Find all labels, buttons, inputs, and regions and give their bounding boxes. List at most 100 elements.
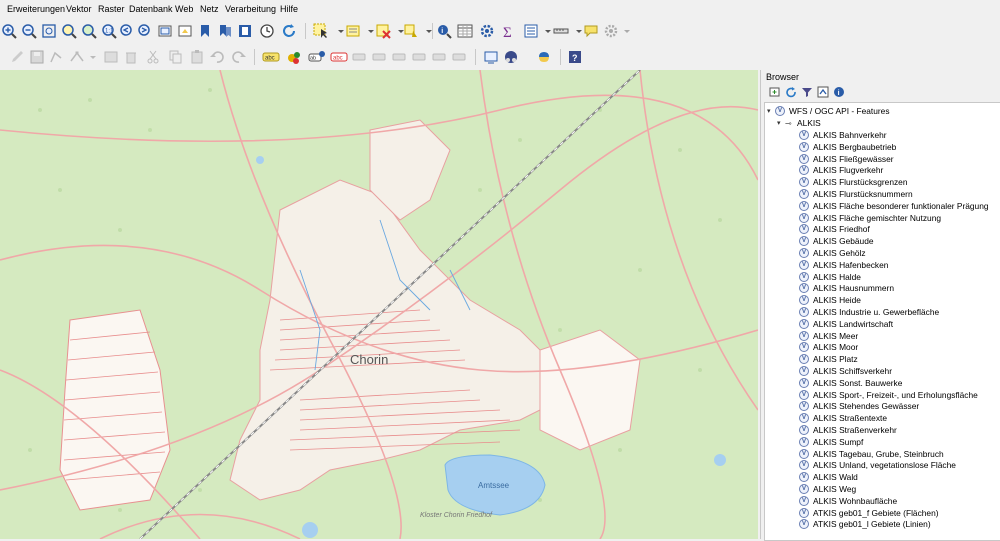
menu-web[interactable]: Web [175, 4, 193, 14]
tree-layer-item[interactable]: V ALKIS Platz [799, 353, 858, 365]
add-layer-icon[interactable] [769, 86, 781, 98]
field-calculator-icon[interactable] [522, 22, 540, 40]
tree-layer-item[interactable]: V ALKIS Sumpf [799, 436, 863, 448]
select-feature-icon[interactable] [312, 22, 330, 40]
tree-layer-item[interactable]: V ALKIS Unland, vegetationslose Fläche [799, 459, 956, 471]
collapse-all-icon[interactable] [817, 86, 829, 98]
label-pin-diagram-icon[interactable] [410, 48, 428, 66]
menu-raster[interactable]: Raster [98, 4, 125, 14]
statistics-icon[interactable]: Σ [500, 22, 518, 40]
expand-arrow-icon[interactable]: ▾ [777, 119, 785, 127]
tree-layer-item[interactable]: V ALKIS Wohnbaufläche [799, 495, 897, 507]
zoom-selection-icon[interactable] [60, 22, 78, 40]
zoom-next-icon[interactable] [136, 22, 154, 40]
zoom-out-icon[interactable] [20, 22, 38, 40]
tree-layer-item[interactable]: V ALKIS Fließgewässer [799, 153, 894, 165]
tree-layer-item[interactable]: V ALKIS Bahnverkehr [799, 129, 887, 141]
tree-layer-item[interactable]: V ALKIS Schiffsverkehr [799, 365, 892, 377]
plugin-icon[interactable] [502, 48, 520, 66]
refresh-icon[interactable] [280, 22, 298, 40]
tree-layer-item[interactable]: V ALKIS Heide [799, 294, 861, 306]
label-show-icon[interactable]: abc [330, 48, 348, 66]
tree-group-alkis[interactable]: ▾ ⊸ ALKIS [777, 117, 821, 129]
label-icon[interactable]: abc [262, 48, 280, 66]
zoom-in-icon[interactable] [0, 22, 18, 40]
tree-layer-item[interactable]: V ALKIS Stehendes Gewässer [799, 400, 919, 412]
new-3d-view-icon[interactable] [176, 22, 194, 40]
tree-layer-item[interactable]: V ALKIS Flurstücksgrenzen [799, 176, 908, 188]
map-canvas[interactable]: Chorin Amtssee Kloster Chorin Friedhof [0, 70, 758, 539]
deselect-icon[interactable] [374, 22, 392, 40]
menu-vektor[interactable]: Vektor [66, 4, 92, 14]
tree-root-wfs[interactable]: ▾ V WFS / OGC API - Features [767, 105, 890, 117]
select-location-icon[interactable] [402, 22, 420, 40]
tree-layer-item[interactable]: V ALKIS Straßenverkehr [799, 424, 897, 436]
info-icon[interactable]: i [833, 86, 845, 98]
filter-icon[interactable] [801, 86, 813, 98]
select-value-icon[interactable] [344, 22, 362, 40]
tree-layer-item[interactable]: V ALKIS Moor [799, 341, 858, 353]
tree-layer-item[interactable]: V ALKIS Fläche besonderer funktionaler Pr… [799, 200, 989, 212]
georef-icon[interactable] [482, 48, 500, 66]
tree-layer-item[interactable]: V ALKIS Gehölz [799, 247, 866, 259]
label-pin-icon[interactable]: ab [308, 48, 326, 66]
zoom-full-icon[interactable] [40, 22, 58, 40]
tree-layer-item[interactable]: V ALKIS Fläche gemischter Nutzung [799, 212, 941, 224]
modify-attributes-icon[interactable] [102, 48, 120, 66]
cut-icon[interactable] [144, 48, 162, 66]
copy-icon[interactable] [166, 48, 184, 66]
measure-icon[interactable] [552, 22, 570, 40]
zoom-layer-icon[interactable] [80, 22, 98, 40]
tree-layer-item[interactable]: V ALKIS Tagebau, Grube, Steinbruch [799, 448, 944, 460]
annotation-icon[interactable] [582, 22, 600, 40]
dropdown-arrow-icon[interactable] [84, 48, 102, 66]
tree-layer-item[interactable]: V ALKIS Gebäude [799, 235, 874, 247]
tree-layer-item[interactable]: V ALKIS Flurstücksnummern [799, 188, 913, 200]
save-edits-icon[interactable] [28, 48, 46, 66]
python-icon[interactable] [535, 48, 553, 66]
tree-layer-item[interactable]: V ATKIS geb01_l Gebiete (Linien) [799, 518, 931, 530]
tree-layer-item[interactable]: V ALKIS Wald [799, 471, 858, 483]
tree-layer-item[interactable]: V ALKIS Halde [799, 271, 861, 283]
zoom-last-icon[interactable] [118, 22, 136, 40]
tree-layer-item[interactable]: V ALKIS Landwirtschaft [799, 318, 893, 330]
show-bookmarks-list-icon[interactable] [236, 22, 254, 40]
diagram-icon[interactable] [285, 48, 303, 66]
new-bookmark-icon[interactable] [196, 22, 214, 40]
tree-layer-item[interactable]: V ALKIS Hausnummern [799, 282, 894, 294]
digitize-icon[interactable] [48, 48, 66, 66]
tree-layer-item[interactable]: V ALKIS Sport-, Freizeit-, und Erholungsf… [799, 389, 978, 401]
menu-netz[interactable]: Netz [200, 4, 219, 14]
tree-layer-item[interactable]: V ALKIS Hafenbecken [799, 259, 888, 271]
refresh-icon[interactable] [785, 86, 797, 98]
label-rotate-icon[interactable] [370, 48, 388, 66]
undo-icon[interactable] [208, 48, 226, 66]
menu-datenbank[interactable]: Datenbank [129, 4, 173, 14]
identify-icon[interactable]: i [435, 22, 453, 40]
tree-layer-item[interactable]: V ALKIS Flugverkehr [799, 164, 883, 176]
tree-layer-item[interactable]: V ALKIS Friedhof [799, 223, 870, 235]
tree-layer-item[interactable]: V ATKIS geb01_f Gebiete (Flächen) [799, 507, 939, 519]
label-toggle-icon[interactable] [450, 48, 468, 66]
attribute-table-icon[interactable] [456, 22, 474, 40]
menu-hilfe[interactable]: Hilfe [280, 4, 298, 14]
label-unpin-icon[interactable] [430, 48, 448, 66]
edit-pencil-icon[interactable] [8, 48, 26, 66]
help-icon[interactable]: ? [566, 48, 584, 66]
label-change-icon[interactable] [390, 48, 408, 66]
expand-arrow-icon[interactable]: ▾ [767, 107, 775, 115]
delete-selected-icon[interactable] [122, 48, 140, 66]
temporal-controller-icon[interactable] [258, 22, 276, 40]
menu-erweiterungen[interactable]: Erweiterungen [7, 4, 65, 14]
paste-icon[interactable] [188, 48, 206, 66]
tree-layer-item[interactable]: V ALKIS Sonst. Bauwerke [799, 377, 902, 389]
tree-layer-item[interactable]: V ALKIS Bergbaubetrieb [799, 141, 896, 153]
tree-layer-item[interactable]: V ALKIS Weg [799, 483, 856, 495]
dropdown-arrow-icon[interactable] [618, 22, 636, 40]
redo-icon[interactable] [230, 48, 248, 66]
toolbox-icon[interactable] [478, 22, 496, 40]
zoom-native-icon[interactable]: 1:1 [100, 22, 118, 40]
show-bookmarks-icon[interactable] [216, 22, 234, 40]
menu-verarbeitung[interactable]: Verarbeitung [225, 4, 276, 14]
label-move-icon[interactable] [350, 48, 368, 66]
